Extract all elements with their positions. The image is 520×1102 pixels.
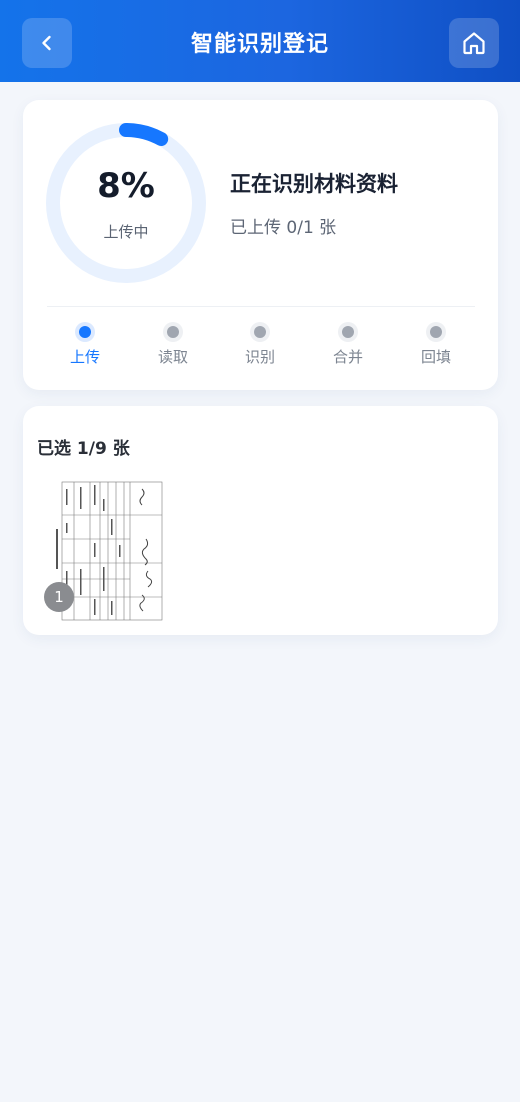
page-title: 智能识别登记 — [190, 32, 329, 57]
home-button[interactable] — [449, 18, 499, 68]
step-5: 回填 — [406, 322, 466, 367]
step-dot-halo — [75, 322, 95, 342]
step-dot-halo — [163, 322, 183, 342]
divider — [47, 306, 475, 307]
step-3: 识别 — [230, 322, 290, 367]
progress-card: 8% 上传中 正在识别材料资料 已上传 0/1 张 上传 读取 识别 合并 回填 — [23, 100, 498, 390]
selected-count: 已选 1/9 张 — [37, 439, 130, 459]
status-title: 正在识别材料资料 — [230, 172, 398, 196]
progress-state-label: 上传中 — [103, 223, 149, 241]
step-dot — [430, 326, 442, 338]
step-2: 读取 — [143, 322, 203, 367]
step-dot-halo — [250, 322, 270, 342]
step-dot — [167, 326, 179, 338]
step-4: 合并 — [318, 322, 378, 367]
step-label: 回填 — [420, 348, 451, 366]
step-dot — [79, 326, 91, 338]
step-label: 合并 — [332, 348, 363, 366]
progress-percent: 8% — [97, 166, 155, 206]
step-dot-halo — [426, 322, 446, 342]
step-dot — [254, 326, 266, 338]
home-icon — [463, 32, 485, 55]
step-label: 识别 — [244, 348, 275, 366]
thumbnail-index-badge: 1 — [44, 582, 74, 612]
step-dot-halo — [338, 322, 358, 342]
upload-count: 已上传 0/1 张 — [230, 218, 337, 238]
selection-card: 已选 1/9 张 1 — [23, 406, 498, 635]
step-dot — [342, 326, 354, 338]
app-header: 智能识别登记 — [0, 0, 520, 82]
step-label: 读取 — [157, 348, 188, 366]
step-label: 上传 — [69, 348, 100, 366]
step-1: 上传 — [55, 322, 115, 367]
